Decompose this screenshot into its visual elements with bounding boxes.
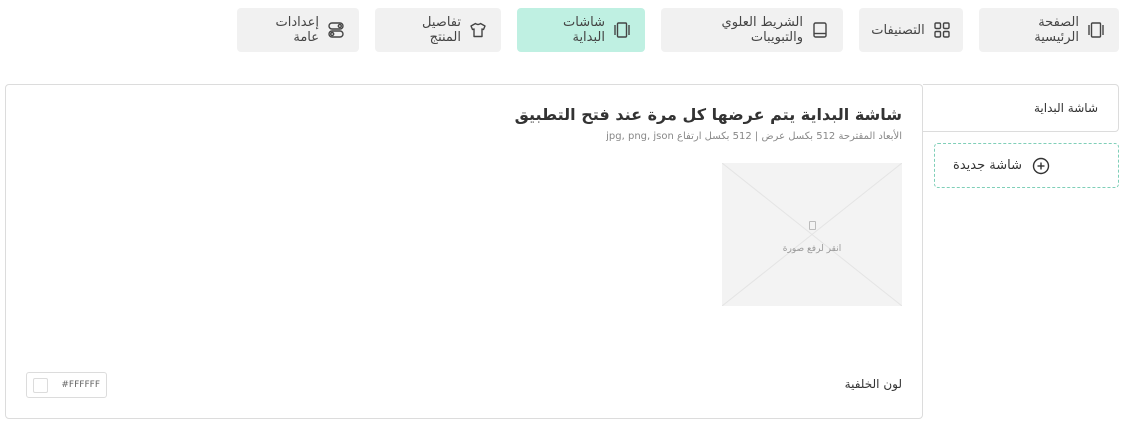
background-color-picker[interactable]: #FFFFFF [26, 372, 107, 398]
tab-header-tabs-label: الشريط العلوي والتبويبات [721, 15, 803, 45]
tab-header-tabs[interactable]: الشريط العلوي والتبويبات [661, 8, 843, 52]
shirt-icon [470, 22, 486, 38]
tab-home[interactable]: الصفحة الرئيسية [979, 8, 1119, 52]
tab-general-settings-label: إعدادات عامة [275, 15, 319, 45]
tab-general-settings[interactable]: إعدادات عامة [237, 8, 359, 52]
tab-categories-label: التصنيفات [871, 22, 925, 38]
background-color-label: لون الخلفية [844, 377, 902, 391]
add-new-screen-label: شاشة جديدة [953, 158, 1022, 173]
image-placeholder-icon [808, 221, 816, 230]
image-upload-area[interactable]: انقر لرفع صورة [722, 163, 902, 306]
sidebar-item-splash-screen[interactable]: شاشة البداية [923, 84, 1119, 132]
plus-circle-icon [1032, 157, 1050, 174]
tab-splash-screens[interactable]: شاشات البداية [517, 8, 645, 52]
tab-product-details-label: تفاصيل المنتج [422, 15, 461, 45]
app-root: الصفحة الرئيسية التصنيفات الشريط العلوي … [0, 0, 1127, 424]
screens-icon [614, 22, 630, 38]
upload-text: انقر لرفع صورة [782, 244, 842, 254]
tab-splash-screens-label: شاشات البداية [563, 15, 605, 45]
sidebar-item-label: شاشة البداية [1033, 101, 1098, 115]
panel-title: شاشة البداية يتم عرضها كل مرة عند فتح ال… [514, 105, 902, 124]
tab-product-details[interactable]: تفاصيل المنتج [375, 8, 501, 52]
tab-home-label: الصفحة الرئيسية [1034, 15, 1079, 45]
add-new-screen-button[interactable]: شاشة جديدة [934, 143, 1119, 188]
home-screen-icon [1088, 22, 1104, 38]
tab-categories[interactable]: التصنيفات [859, 8, 963, 52]
grid-icon [933, 22, 950, 38]
top-tabs: الصفحة الرئيسية التصنيفات الشريط العلوي … [237, 8, 1119, 52]
upload-prompt: انقر لرفع صورة [722, 215, 902, 254]
color-value: #FFFFFF [61, 380, 100, 390]
tablet-icon [813, 22, 827, 38]
splash-screen-panel: شاشة البداية يتم عرضها كل مرة عند فتح ال… [5, 84, 923, 419]
toggle-settings-icon [328, 22, 344, 38]
panel-subtitle: الأبعاد المقترحة 512 بكسل عرض | 512 بكسل… [606, 131, 902, 142]
color-swatch [33, 377, 48, 393]
